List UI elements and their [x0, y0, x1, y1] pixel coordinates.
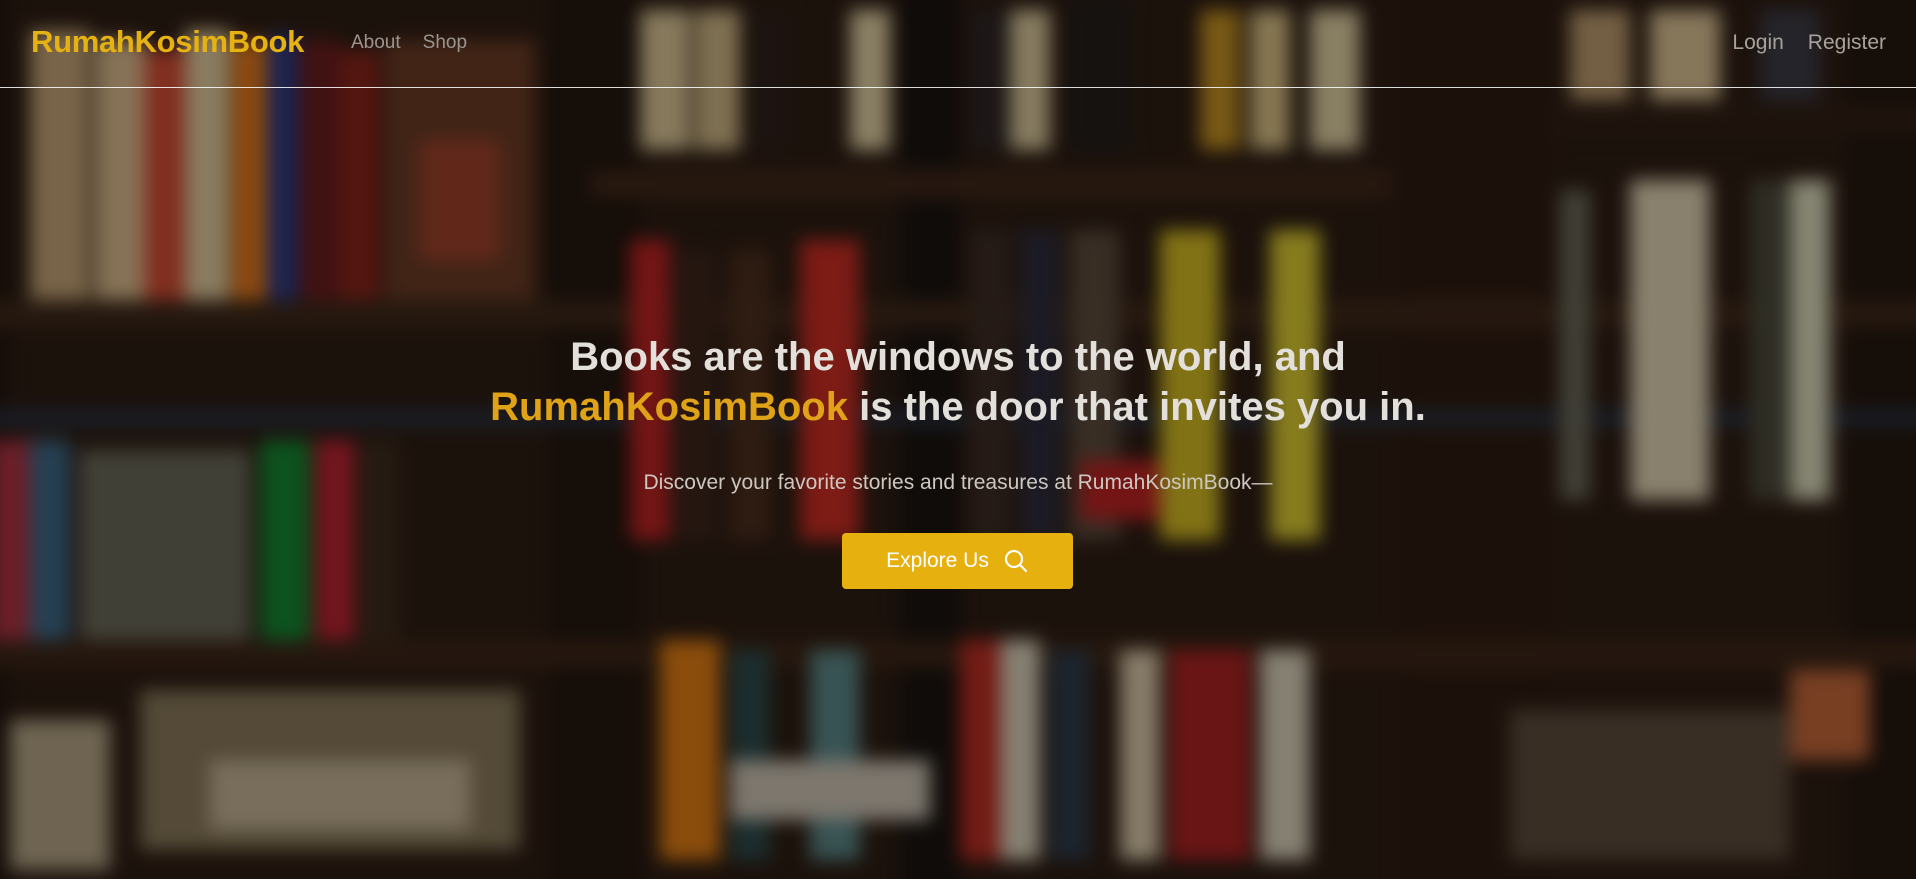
search-icon: [1004, 549, 1027, 573]
explore-us-label: Explore Us: [886, 549, 989, 572]
headline-rest: is the door that invites you in.: [847, 385, 1426, 429]
primary-nav: About Shop: [351, 32, 467, 54]
nav-link-about[interactable]: About: [351, 32, 401, 54]
hero-section: RumahKosimBook About Shop Login Register…: [0, 0, 1916, 879]
explore-us-button[interactable]: Explore Us: [842, 533, 1073, 589]
headline-line-1: Books are the windows to the world, and: [570, 335, 1346, 379]
nav-link-shop[interactable]: Shop: [423, 32, 467, 54]
hero-subtext: Discover your favorite stories and treas…: [643, 471, 1273, 494]
auth-nav: Login Register: [1732, 31, 1886, 55]
dark-overlay: [0, 0, 1916, 879]
register-link[interactable]: Register: [1808, 31, 1886, 55]
hero-headline: Books are the windows to the world, and …: [0, 332, 1916, 432]
headline-brand: RumahKosimBook: [490, 385, 848, 429]
navbar: RumahKosimBook About Shop Login Register: [0, 0, 1916, 88]
brand-logo[interactable]: RumahKosimBook: [31, 24, 304, 60]
login-link[interactable]: Login: [1732, 31, 1783, 55]
